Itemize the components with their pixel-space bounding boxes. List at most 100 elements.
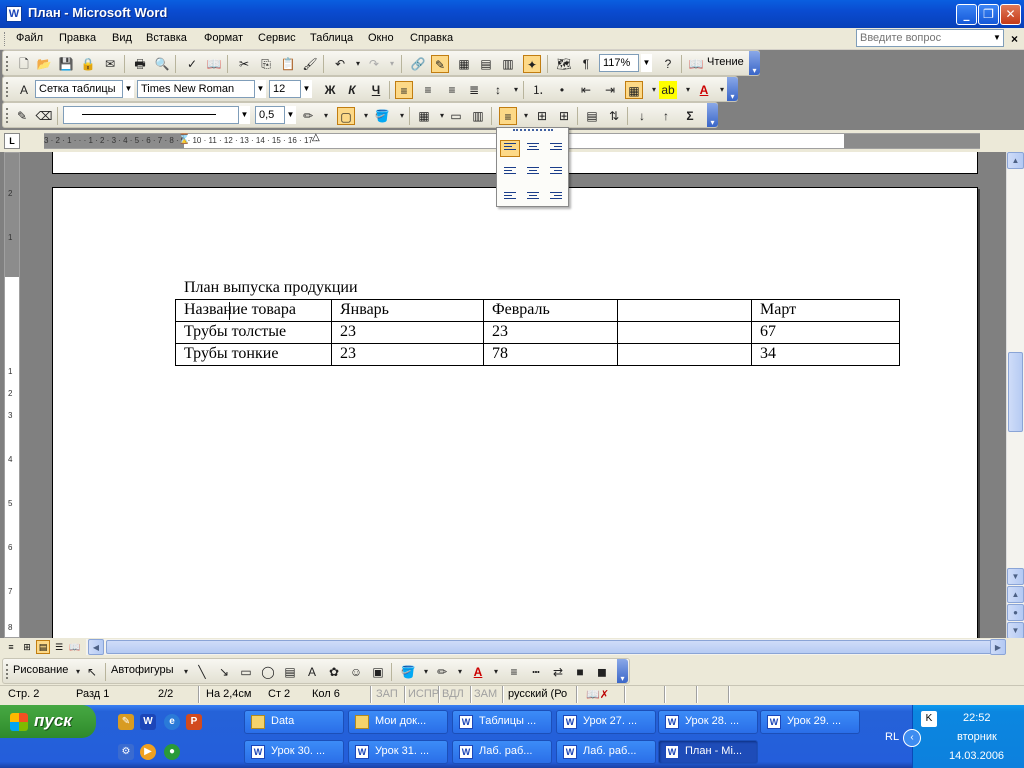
- menu-help[interactable]: Справка: [410, 32, 453, 44]
- data-table[interactable]: Название товара Январь Февраль Март Труб…: [175, 299, 900, 366]
- font-color-icon[interactable]: A: [695, 81, 713, 99]
- sort-descending-icon[interactable]: ↑: [657, 107, 675, 125]
- arrow-style-icon[interactable]: ⇄: [549, 663, 567, 681]
- print-icon[interactable]: 🖶: [131, 55, 149, 73]
- sort-ascending-icon[interactable]: ↓: [633, 107, 651, 125]
- taskbar-button[interactable]: Мои док...: [348, 710, 448, 734]
- wordart-icon[interactable]: A: [303, 663, 321, 681]
- table-cell[interactable]: 67: [751, 321, 900, 344]
- align-middle-center-icon[interactable]: [523, 162, 543, 179]
- menu-file[interactable]: Файл: [16, 32, 43, 44]
- table-cell[interactable]: [617, 321, 752, 344]
- word-app-icon[interactable]: W: [6, 6, 22, 22]
- normal-view-icon[interactable]: ≡: [4, 640, 18, 654]
- format-painter-icon[interactable]: 🖌: [301, 55, 319, 73]
- status-language[interactable]: русский (Ро: [508, 688, 567, 700]
- style-combo[interactable]: Сетка таблицы: [35, 80, 123, 98]
- taskbar-button[interactable]: W Таблицы ...: [452, 710, 552, 734]
- open-folder-icon[interactable]: 📂: [35, 55, 53, 73]
- toolbar-options-icon[interactable]: ▾: [727, 77, 738, 101]
- table-cell[interactable]: Февраль: [483, 299, 618, 322]
- browse-object-icon[interactable]: ●: [1007, 604, 1024, 621]
- paste-icon[interactable]: 📋: [279, 55, 297, 73]
- start-button[interactable]: пуск: [0, 705, 96, 738]
- 3d-style-icon[interactable]: ◼: [593, 663, 611, 681]
- insert-table-icon[interactable]: ▦: [415, 107, 433, 125]
- eraser-icon[interactable]: ⌫: [35, 107, 53, 125]
- zoom-combo[interactable]: 117%: [599, 54, 639, 72]
- previous-page-icon[interactable]: ▲: [1007, 586, 1024, 603]
- taskbar-button[interactable]: W Урок 31. ...: [348, 740, 448, 764]
- numbering-icon[interactable]: ⒈: [529, 81, 547, 99]
- diagram-icon[interactable]: ✿: [325, 663, 343, 681]
- print-layout-icon[interactable]: ▤: [36, 640, 50, 654]
- save-icon[interactable]: 💾: [57, 55, 75, 73]
- align-top-right-icon[interactable]: [546, 140, 566, 157]
- table-cell[interactable]: 78: [483, 343, 618, 366]
- text-box-icon[interactable]: ▤: [281, 663, 299, 681]
- toolbar-options-icon[interactable]: ▾: [749, 51, 760, 75]
- table-cell[interactable]: Название товара: [175, 299, 332, 322]
- align-right-icon[interactable]: ≡: [443, 81, 461, 99]
- line-weight-dropdown-icon[interactable]: ▼: [285, 106, 296, 124]
- font-color-dropdown-icon[interactable]: ▾: [487, 663, 505, 681]
- align-left-icon[interactable]: ≡: [395, 81, 413, 99]
- tables-borders-icon[interactable]: ✎: [431, 55, 449, 73]
- taskbar-button[interactable]: Data: [244, 710, 344, 734]
- scroll-left-icon[interactable]: ◀: [88, 639, 104, 655]
- cut-icon[interactable]: ✂: [235, 55, 253, 73]
- increase-indent-icon[interactable]: ⇥: [601, 81, 619, 99]
- read-icon[interactable]: 📖: [687, 55, 705, 73]
- menu-view[interactable]: Вид: [112, 32, 132, 44]
- redo-icon[interactable]: ↷: [365, 55, 383, 73]
- hyperlink-icon[interactable]: 🔗: [409, 55, 427, 73]
- rectangle-icon[interactable]: ▭: [237, 663, 255, 681]
- status-record[interactable]: ЗАП: [376, 688, 398, 700]
- spelling-status-icon[interactable]: 📖✗: [586, 688, 609, 701]
- insert-excel-icon[interactable]: ▤: [477, 55, 495, 73]
- document-area[interactable]: План выпуска продукции Название товара Я…: [22, 152, 1006, 638]
- outside-border-icon[interactable]: ▢: [337, 107, 355, 125]
- shadow-style-icon[interactable]: ■: [571, 663, 589, 681]
- border-color-icon[interactable]: ✏: [299, 107, 317, 125]
- line-color-dropdown-icon[interactable]: ▾: [451, 663, 469, 681]
- quicklaunch-tool-icon[interactable]: ✎: [118, 714, 134, 730]
- tab-selector[interactable]: L: [4, 133, 20, 149]
- justify-icon[interactable]: ≣: [465, 81, 483, 99]
- oval-icon[interactable]: ◯: [259, 663, 277, 681]
- fill-color-icon[interactable]: 🪣: [399, 663, 417, 681]
- language-indicator[interactable]: RL: [885, 731, 899, 743]
- taskbar-button[interactable]: W Урок 27. ...: [556, 710, 656, 734]
- document-close-icon[interactable]: ×: [1011, 32, 1018, 46]
- zoom-dropdown-icon[interactable]: ▼: [641, 54, 652, 72]
- menu-insert[interactable]: Вставка: [146, 32, 187, 44]
- menu-table[interactable]: Таблица: [310, 32, 353, 44]
- align-top-left-icon[interactable]: [500, 140, 520, 157]
- permission-icon[interactable]: 🔒: [79, 55, 97, 73]
- line-style-icon[interactable]: ≡: [505, 663, 523, 681]
- scroll-up-icon[interactable]: ▲: [1007, 152, 1024, 169]
- reading-view-icon[interactable]: 📖: [68, 640, 82, 654]
- shading-color-icon[interactable]: 🪣: [373, 107, 391, 125]
- minimize-button[interactable]: _: [956, 4, 977, 25]
- line-color-icon[interactable]: ✏: [433, 663, 451, 681]
- align-center-icon[interactable]: ≡: [419, 81, 437, 99]
- indent-marker-icon[interactable]: ⌛: [178, 134, 190, 145]
- picture-icon[interactable]: ▣: [369, 663, 387, 681]
- align-middle-left-icon[interactable]: [500, 162, 520, 179]
- document-heading[interactable]: План выпуска продукции: [184, 279, 358, 297]
- change-text-direction-icon[interactable]: ⇅: [605, 107, 623, 125]
- table-cell[interactable]: [617, 299, 752, 322]
- help-icon[interactable]: ?: [659, 55, 677, 73]
- insert-table-icon[interactable]: ▦: [455, 55, 473, 73]
- print-preview-icon[interactable]: 🔍: [153, 55, 171, 73]
- taskbar-button[interactable]: W Урок 30. ...: [244, 740, 344, 764]
- taskbar-button[interactable]: W Урок 28. ...: [658, 710, 758, 734]
- copy-icon[interactable]: ⎘: [257, 55, 275, 73]
- menu-format[interactable]: Формат: [204, 32, 243, 44]
- read-label[interactable]: Чтение: [707, 56, 744, 68]
- show-hide-icon[interactable]: ¶: [577, 55, 595, 73]
- table-cell[interactable]: Январь: [331, 299, 484, 322]
- table-cell[interactable]: 34: [751, 343, 900, 366]
- font-size-dropdown-icon[interactable]: ▼: [301, 80, 312, 98]
